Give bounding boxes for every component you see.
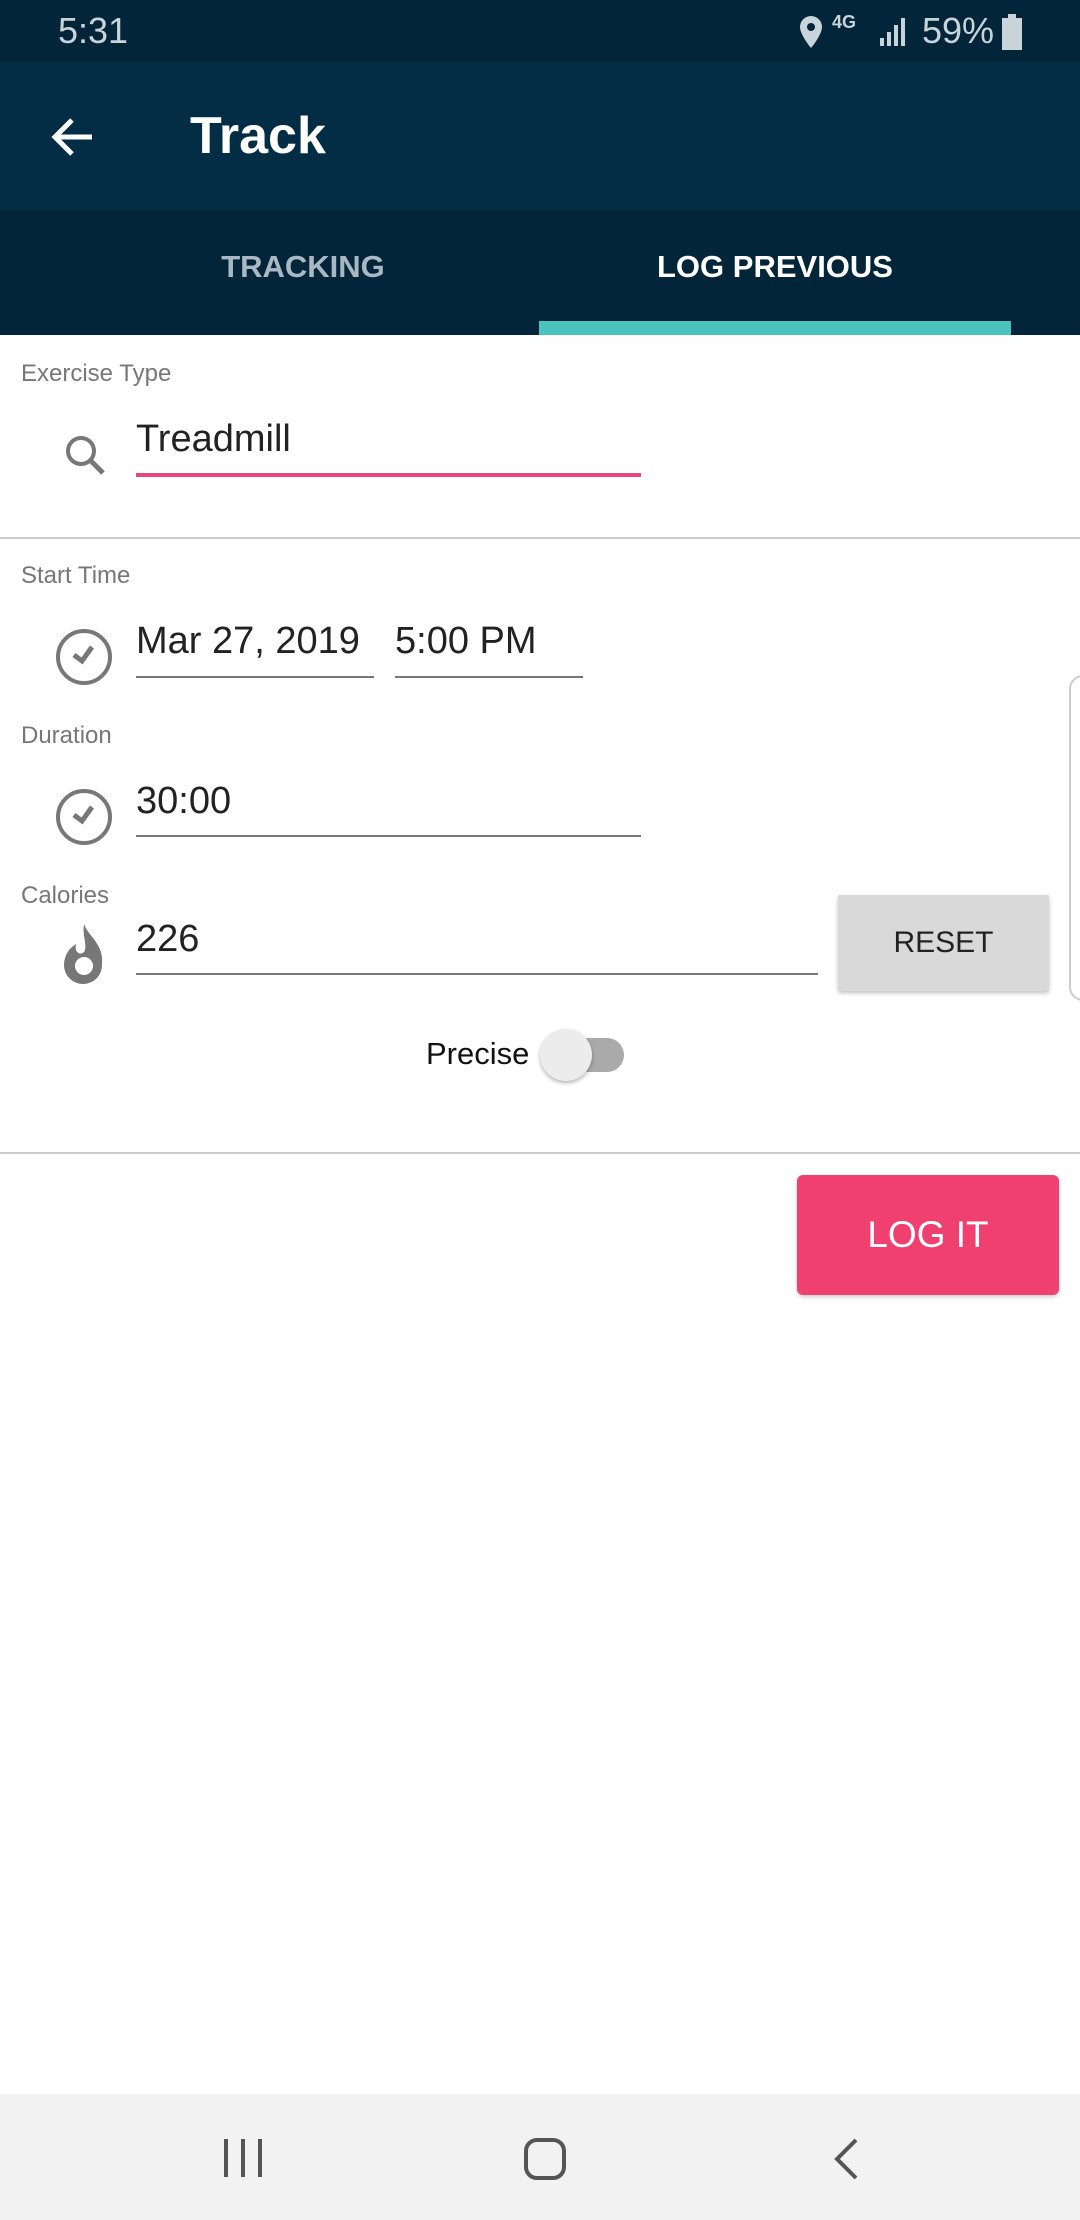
- home-icon[interactable]: [523, 2137, 567, 2181]
- network-type: 4G: [832, 12, 857, 32]
- precise-toggle[interactable]: [540, 1029, 624, 1081]
- exercise-type-input[interactable]: Treadmill: [136, 418, 291, 461]
- start-time-input[interactable]: 5:00 PM: [395, 620, 537, 663]
- date-underline: [136, 676, 374, 678]
- tab-tracking[interactable]: TRACKING: [33, 210, 573, 335]
- back-icon[interactable]: [832, 2137, 860, 2181]
- app-bar: Track: [0, 62, 1080, 210]
- precise-label: Precise: [426, 1036, 530, 1071]
- system-nav-bar: [0, 2094, 1080, 2220]
- tab-log-previous[interactable]: LOG PREVIOUS: [505, 210, 1045, 335]
- divider: [0, 1152, 1080, 1154]
- page-title: Track: [190, 107, 326, 165]
- exercise-input-underline: [136, 473, 641, 477]
- start-date-input[interactable]: Mar 27, 2019: [136, 620, 360, 663]
- tab-indicator: [539, 321, 1011, 335]
- clock-icon: [56, 629, 112, 685]
- status-time: 5:31: [58, 10, 129, 51]
- status-bar: 5:31 4G 59%: [0, 0, 1080, 62]
- flame-icon: [64, 924, 103, 985]
- back-arrow-icon[interactable]: [50, 114, 96, 160]
- duration-label: Duration: [21, 722, 112, 749]
- tab-bar: TRACKING LOG PREVIOUS: [0, 210, 1080, 335]
- signal-icon: [880, 18, 905, 46]
- battery-percent: 59%: [922, 10, 995, 51]
- clock-icon: [56, 789, 112, 845]
- calories-input[interactable]: 226: [136, 918, 199, 961]
- side-panel-edge: [1069, 675, 1080, 1001]
- divider: [0, 537, 1080, 539]
- start-time-label: Start Time: [21, 562, 131, 589]
- log-it-button[interactable]: LOG IT: [797, 1175, 1059, 1295]
- battery-icon: [1002, 14, 1022, 50]
- exercise-type-label: Exercise Type: [21, 360, 172, 387]
- calories-label: Calories: [21, 882, 110, 909]
- time-underline: [395, 676, 583, 678]
- duration-input[interactable]: 30:00: [136, 780, 231, 823]
- calories-underline: [136, 973, 818, 975]
- reset-button[interactable]: RESET: [838, 895, 1049, 991]
- search-icon: [66, 436, 105, 475]
- toggle-knob: [540, 1029, 592, 1081]
- recents-icon[interactable]: [222, 2139, 264, 2177]
- location-icon: [800, 16, 822, 48]
- duration-underline: [136, 835, 641, 837]
